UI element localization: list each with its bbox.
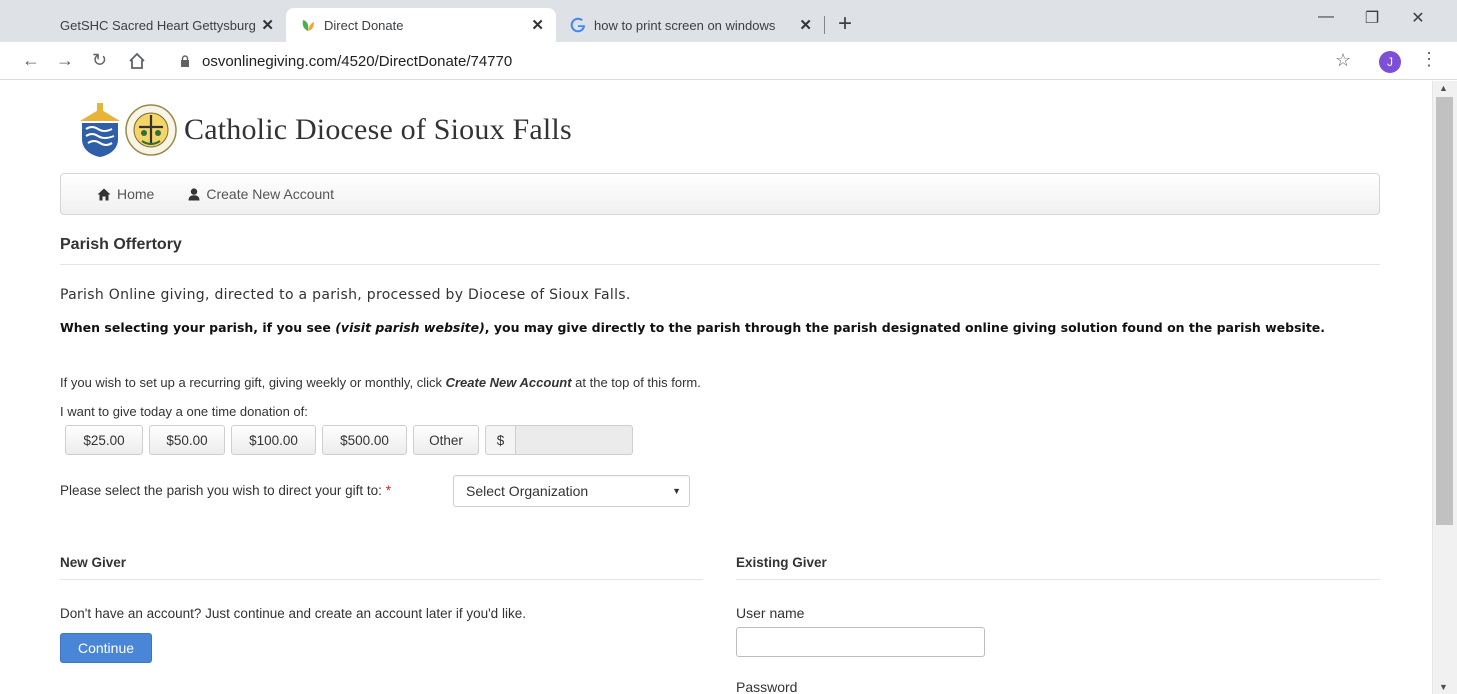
close-tab-icon[interactable]: ✕ bbox=[799, 16, 812, 34]
chevron-down-icon: ▼ bbox=[672, 486, 681, 496]
divider bbox=[60, 579, 703, 580]
menu-kebab-icon[interactable]: ⋮ bbox=[1420, 49, 1438, 69]
page-scrollbar[interactable]: ▲ ▼ bbox=[1432, 81, 1457, 694]
tab-direct-donate[interactable]: Direct Donate ✕ bbox=[286, 8, 556, 42]
notice-prefix: When selecting your parish, if you see bbox=[60, 320, 336, 335]
divider bbox=[736, 579, 1380, 580]
tab-google-search[interactable]: how to print screen on windows ✕ bbox=[556, 8, 824, 42]
amount-button-group: $25.00 $50.00 $100.00 $500.00 Other $ bbox=[65, 425, 633, 455]
notice-suffix: , you may give directly to the parish th… bbox=[484, 320, 1326, 335]
recurring-gift-text: If you wish to set up a recurring gift, … bbox=[60, 375, 701, 390]
nav-create-account-label: Create New Account bbox=[206, 186, 334, 202]
intro-text: Parish Online giving, directed to a pari… bbox=[60, 287, 631, 303]
username-input[interactable] bbox=[736, 627, 985, 657]
close-tab-icon[interactable]: ✕ bbox=[531, 16, 544, 34]
username-label: User name bbox=[736, 605, 805, 621]
required-marker: * bbox=[385, 483, 391, 498]
donation-label: I want to give today a one time donation… bbox=[60, 404, 308, 419]
password-label: Password bbox=[736, 679, 798, 694]
notice-emphasis: (visit parish website) bbox=[335, 320, 485, 335]
tab-getshc[interactable]: GetSHC Sacred Heart Gettysburg ✕ bbox=[46, 8, 286, 42]
recurring-suffix: at the top of this form. bbox=[571, 375, 701, 390]
browser-tab-strip: GetSHC Sacred Heart Gettysburg ✕ Direct … bbox=[0, 0, 1457, 42]
parish-website-notice: When selecting your parish, if you see (… bbox=[60, 318, 1380, 338]
new-tab-button[interactable]: + bbox=[838, 10, 852, 38]
parish-select-label: Please select the parish you wish to dir… bbox=[60, 483, 391, 498]
continue-button[interactable]: Continue bbox=[60, 633, 152, 663]
main-navbar: Home Create New Account bbox=[60, 173, 1380, 215]
organization-select[interactable]: Select Organization ▼ bbox=[453, 475, 690, 507]
tab-title: how to print screen on windows bbox=[594, 17, 776, 33]
currency-addon: $ bbox=[485, 425, 515, 455]
page-viewport: Catholic Diocese of Sioux Falls Home Cre… bbox=[8, 81, 1432, 694]
back-icon[interactable]: ← bbox=[22, 50, 40, 70]
scroll-down-icon[interactable]: ▼ bbox=[1439, 682, 1448, 692]
google-favicon-icon bbox=[570, 17, 585, 33]
url-text: osvonlinegiving.com/4520/DirectDonate/74… bbox=[202, 52, 513, 70]
new-giver-title: New Giver bbox=[60, 555, 127, 570]
profile-avatar[interactable]: J bbox=[1379, 51, 1401, 73]
nav-home-label: Home bbox=[117, 186, 155, 202]
close-tab-icon[interactable]: ✕ bbox=[261, 16, 274, 34]
amount-500-button[interactable]: $500.00 bbox=[322, 425, 407, 455]
leaf-favicon-icon bbox=[302, 20, 314, 31]
minimize-icon[interactable]: — bbox=[1303, 8, 1349, 26]
user-icon bbox=[188, 187, 200, 200]
restore-icon[interactable]: ❐ bbox=[1349, 8, 1395, 28]
nav-create-account[interactable]: Create New Account bbox=[188, 186, 334, 202]
tab-separator bbox=[824, 16, 825, 34]
parish-label-text: Please select the parish you wish to dir… bbox=[60, 483, 382, 498]
scrollbar-thumb[interactable] bbox=[1436, 97, 1453, 525]
bookmark-star-icon[interactable]: ☆ bbox=[1335, 50, 1351, 71]
scroll-up-icon[interactable]: ▲ bbox=[1439, 83, 1448, 93]
site-header: Catholic Diocese of Sioux Falls bbox=[76, 99, 572, 161]
existing-giver-title: Existing Giver bbox=[736, 555, 827, 570]
amount-other-button[interactable]: Other bbox=[413, 425, 479, 455]
divider bbox=[60, 264, 1380, 265]
recurring-emphasis: Create New Account bbox=[445, 375, 572, 390]
tab-title: GetSHC Sacred Heart Gettysburg bbox=[60, 17, 256, 33]
reload-icon[interactable]: ↻ bbox=[92, 50, 107, 70]
diocese-logo-icon bbox=[80, 103, 177, 157]
amount-100-button[interactable]: $100.00 bbox=[231, 425, 316, 455]
address-bar[interactable]: osvonlinegiving.com/4520/DirectDonate/74… bbox=[168, 46, 1368, 76]
site-title: Catholic Diocese of Sioux Falls bbox=[184, 113, 572, 146]
amount-input[interactable] bbox=[515, 425, 633, 455]
amount-50-button[interactable]: $50.00 bbox=[149, 425, 225, 455]
page-title: Parish Offertory bbox=[60, 236, 182, 253]
organization-select-value: Select Organization bbox=[466, 483, 589, 499]
forward-icon[interactable]: → bbox=[56, 50, 74, 70]
nav-home[interactable]: Home bbox=[97, 186, 154, 202]
recurring-prefix: If you wish to set up a recurring gift, … bbox=[60, 375, 446, 390]
lock-icon bbox=[181, 55, 189, 67]
browser-toolbar: ← → ↻ osvonlinegiving.com/4520/DirectDon… bbox=[0, 42, 1457, 80]
close-window-icon[interactable]: ✕ bbox=[1395, 8, 1441, 28]
new-giver-text: Don't have an account? Just continue and… bbox=[60, 606, 526, 621]
amount-25-button[interactable]: $25.00 bbox=[65, 425, 143, 455]
home-icon bbox=[97, 188, 111, 200]
home-icon[interactable] bbox=[128, 52, 146, 70]
